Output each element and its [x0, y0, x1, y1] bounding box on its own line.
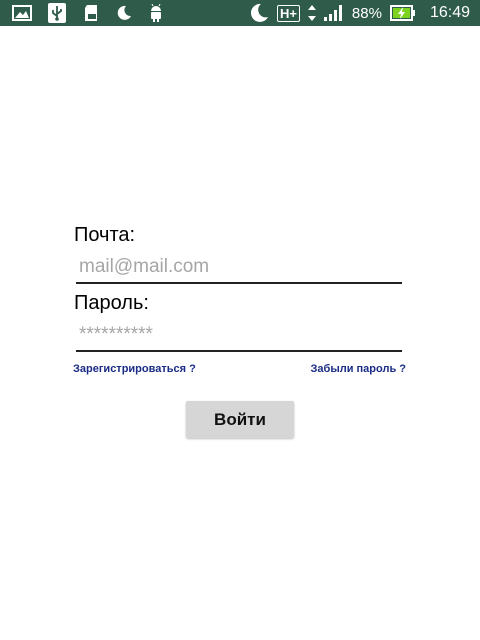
system-status: H+ 88% 16:49 [249, 3, 480, 23]
sd-card-icon [82, 3, 100, 23]
login-button[interactable]: Войти [186, 401, 294, 438]
password-input[interactable] [76, 322, 402, 352]
usb-icon [48, 3, 66, 23]
battery-charging-icon [389, 3, 416, 23]
password-label: Пароль: [74, 292, 149, 314]
network-type-icon: H+ [276, 4, 300, 22]
battery-percentage: 88% [351, 4, 382, 22]
register-link[interactable]: Зарегистрироваться ? [73, 363, 196, 375]
image-icon [12, 3, 32, 23]
notification-icons [0, 3, 164, 23]
android-icon [148, 3, 164, 23]
data-arrows-icon [307, 3, 316, 23]
clock: 16:49 [429, 4, 470, 21]
forgot-password-link[interactable]: Забыли пароль ? [311, 363, 406, 375]
signal-icon [323, 3, 344, 23]
moon-icon [116, 3, 132, 23]
email-input[interactable] [76, 254, 402, 284]
status-bar: H+ 88% 16:49 [0, 0, 480, 26]
moon-icon [249, 3, 269, 23]
email-label: Почта: [74, 224, 136, 246]
